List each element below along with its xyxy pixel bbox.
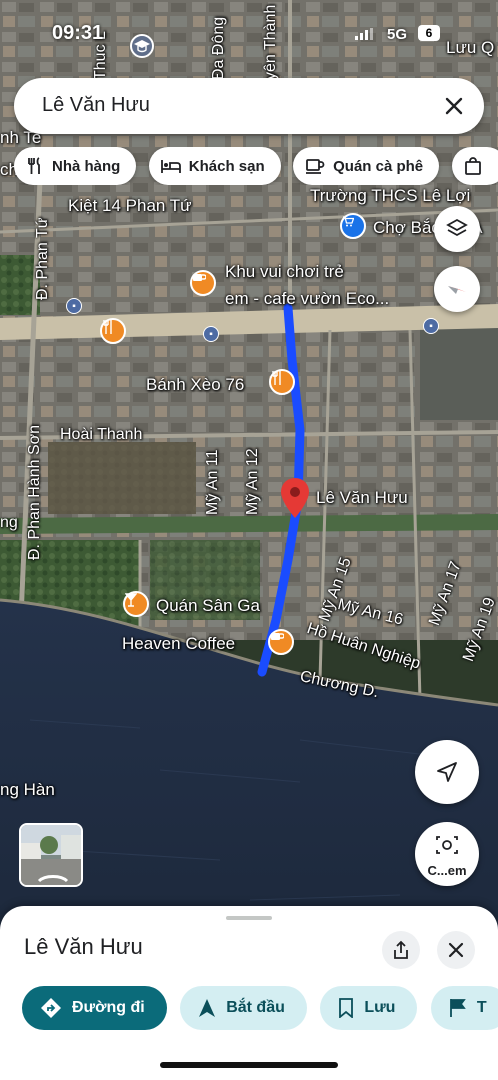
map-label: em - cafe vườn Eco... [225,289,390,308]
map-label: Mỹ An 12 [244,448,261,515]
cellular-signal-icon [355,28,373,40]
chip-label: Khách sạn [188,157,265,175]
network-type: 5G [387,26,408,43]
navigate-icon [199,999,216,1017]
chip-restaurants[interactable]: Nhà hàng [14,147,137,185]
chip-cafes[interactable]: Quán cà phê [293,147,440,185]
lens-label: C...em [427,863,467,878]
restaurant-poi-icon[interactable] [269,369,295,395]
bus-stop-icon[interactable]: ▪ [203,326,219,342]
place-sheet[interactable]: Lê Văn Hưu Đường đi Bắt đầu Lưu T [0,906,498,1080]
restaurant-poi-icon[interactable] [100,318,126,344]
map-label: Trường THCS Lê Lợi [310,186,471,205]
camera-lens-icon [436,836,458,854]
directions-label: Đường đi [72,999,145,1016]
status-bar: 09:31 5G 6 [0,0,498,64]
map-label: Mỹ An 11 [204,449,221,515]
save-label: Lưu [364,999,396,1016]
cafe-poi-icon[interactable] [268,629,294,655]
close-icon [448,942,464,958]
label-button[interactable]: T [430,986,498,1030]
my-location-button[interactable] [415,740,479,804]
layers-icon [446,218,468,237]
bookmark-icon [339,998,354,1018]
action-buttons: Đường đi Bắt đầu Lưu T [22,986,498,1030]
chip-hotels[interactable]: Khách sạn [148,147,281,185]
compass-button[interactable] [434,266,480,312]
map-label: Quán Sân Ga [156,596,260,615]
chip-label: Quán cà phê [333,157,424,175]
share-button[interactable] [382,931,420,969]
street-view-image [21,825,81,885]
map-label: Kiệt 14 Phan Tứ [68,196,192,215]
map-label: ng Hàn [0,780,55,799]
save-button[interactable]: Lưu [320,986,418,1030]
drag-handle[interactable] [226,916,272,920]
map-label: Đ. Phan Hành Sơn [26,424,43,560]
map-label: Lê Văn Hưu [316,488,408,507]
location-pin-icon[interactable] [281,478,309,518]
map-label: Heaven Coffee [122,634,236,653]
lens-button[interactable]: C...em [415,822,479,886]
flag-icon [450,999,466,1017]
start-label: Bắt đầu [226,999,285,1016]
share-icon [394,940,408,959]
search-query[interactable]: Lê Văn Hưu [42,94,150,117]
chip-shopping[interactable] [451,147,498,185]
bus-stop-icon[interactable]: ▪ [66,298,82,314]
layers-button[interactable] [434,206,480,252]
map-label: Hoài Thanh [60,426,143,443]
chip-label: Nhà hàng [52,157,121,175]
home-indicator[interactable] [160,1062,338,1068]
close-sheet-button[interactable] [437,931,475,969]
restaurant-icon [28,157,40,174]
navigation-arrow-icon [437,762,457,782]
close-icon[interactable] [440,92,468,120]
cafe-poi-icon[interactable] [190,270,216,296]
map-label: ng [0,514,18,531]
hotel-icon [160,160,181,173]
battery-level: 6 [418,25,440,41]
bar-poi-icon[interactable] [123,591,149,617]
directions-icon [41,998,61,1018]
cafe-icon [306,159,325,174]
place-title: Lê Văn Hưu [24,934,143,959]
shopping-icon [464,157,481,175]
map-label: Khu vui chơi trẻ [225,262,344,281]
bus-stop-icon[interactable]: ▪ [423,318,439,334]
category-chips: Nhà hàng Khách sạn Quán cà phê [14,147,498,185]
label-label: T [476,999,487,1016]
status-time: 09:31 [52,22,104,44]
compass-icon [448,286,466,294]
map-label: Đ. Phan Tứ [34,217,51,300]
street-view-thumbnail[interactable] [19,823,83,887]
shopping-poi-icon[interactable] [340,213,366,239]
start-button[interactable]: Bắt đầu [180,986,307,1030]
map-label: Bánh Xèo 76 [146,375,245,394]
directions-button[interactable]: Đường đi [22,986,167,1030]
search-bar[interactable]: Lê Văn Hưu [14,78,484,134]
